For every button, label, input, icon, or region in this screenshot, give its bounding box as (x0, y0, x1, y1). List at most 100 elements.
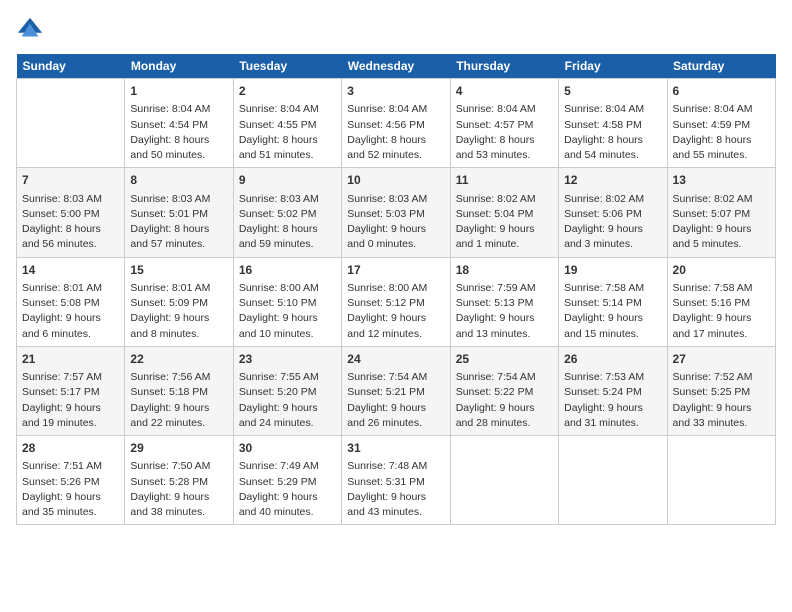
calendar-cell: 14 Sunrise: 8:01 AMSunset: 5:08 PMDayligh… (17, 257, 125, 346)
day-detail: Sunrise: 8:02 AMSunset: 5:07 PMDaylight:… (673, 192, 770, 253)
calendar-cell: 6 Sunrise: 8:04 AMSunset: 4:59 PMDaylight… (667, 79, 775, 168)
weekday-header-tuesday: Tuesday (233, 54, 341, 79)
calendar-cell (559, 436, 667, 525)
calendar-cell: 29 Sunrise: 7:50 AMSunset: 5:28 PMDayligh… (125, 436, 233, 525)
calendar-cell: 7 Sunrise: 8:03 AMSunset: 5:00 PMDaylight… (17, 168, 125, 257)
calendar-cell: 12 Sunrise: 8:02 AMSunset: 5:06 PMDayligh… (559, 168, 667, 257)
calendar-cell: 31Sunrise: 7:48 AMSunset: 5:31 PMDayligh… (342, 436, 450, 525)
day-number: 19 (564, 262, 661, 279)
calendar-cell: 15 Sunrise: 8:01 AMSunset: 5:09 PMDayligh… (125, 257, 233, 346)
calendar-cell (17, 79, 125, 168)
day-detail: Sunrise: 8:01 AMSunset: 5:08 PMDaylight:… (22, 281, 119, 342)
day-detail: Sunrise: 7:53 AMSunset: 5:24 PMDaylight:… (564, 370, 661, 431)
day-number: 23 (239, 351, 336, 368)
day-detail: Sunrise: 7:54 AMSunset: 5:22 PMDaylight:… (456, 370, 553, 431)
calendar-cell: 8 Sunrise: 8:03 AMSunset: 5:01 PMDaylight… (125, 168, 233, 257)
day-detail: Sunrise: 7:55 AMSunset: 5:20 PMDaylight:… (239, 370, 336, 431)
day-detail: Sunrise: 8:03 AMSunset: 5:00 PMDaylight:… (22, 192, 119, 253)
calendar-cell: 2 Sunrise: 8:04 AMSunset: 4:55 PMDaylight… (233, 79, 341, 168)
day-number: 26 (564, 351, 661, 368)
day-number: 4 (456, 83, 553, 100)
calendar-cell: 16Sunrise: 8:00 AMSunset: 5:10 PMDayligh… (233, 257, 341, 346)
calendar-cell: 22 Sunrise: 7:56 AMSunset: 5:18 PMDayligh… (125, 346, 233, 435)
calendar-cell: 27Sunrise: 7:52 AMSunset: 5:25 PMDayligh… (667, 346, 775, 435)
day-detail: Sunrise: 7:58 AMSunset: 5:16 PMDaylight:… (673, 281, 770, 342)
week-row-5: 28 Sunrise: 7:51 AMSunset: 5:26 PMDayligh… (17, 436, 776, 525)
day-detail: Sunrise: 8:04 AMSunset: 4:54 PMDaylight:… (130, 102, 227, 163)
day-detail: Sunrise: 7:54 AMSunset: 5:21 PMDaylight:… (347, 370, 444, 431)
weekday-header-row: SundayMondayTuesdayWednesdayThursdayFrid… (17, 54, 776, 79)
calendar-cell (667, 436, 775, 525)
day-number: 2 (239, 83, 336, 100)
day-number: 24 (347, 351, 444, 368)
weekday-header-monday: Monday (125, 54, 233, 79)
calendar-cell: 1Sunrise: 8:04 AMSunset: 4:54 PMDaylight… (125, 79, 233, 168)
week-row-1: 1Sunrise: 8:04 AMSunset: 4:54 PMDaylight… (17, 79, 776, 168)
day-detail: Sunrise: 8:02 AMSunset: 5:04 PMDaylight:… (456, 192, 553, 253)
calendar-cell: 4 Sunrise: 8:04 AMSunset: 4:57 PMDaylight… (450, 79, 558, 168)
day-detail: Sunrise: 7:50 AMSunset: 5:28 PMDaylight:… (130, 459, 227, 520)
weekday-header-thursday: Thursday (450, 54, 558, 79)
day-number: 10 (347, 172, 444, 189)
day-number: 22 (130, 351, 227, 368)
day-detail: Sunrise: 8:04 AMSunset: 4:58 PMDaylight:… (564, 102, 661, 163)
day-number: 11 (456, 172, 553, 189)
day-number: 16 (239, 262, 336, 279)
day-number: 29 (130, 440, 227, 457)
day-number: 21 (22, 351, 119, 368)
weekday-header-saturday: Saturday (667, 54, 775, 79)
calendar-cell: 17Sunrise: 8:00 AMSunset: 5:12 PMDayligh… (342, 257, 450, 346)
calendar-cell: 3Sunrise: 8:04 AMSunset: 4:56 PMDaylight… (342, 79, 450, 168)
day-detail: Sunrise: 7:57 AMSunset: 5:17 PMDaylight:… (22, 370, 119, 431)
calendar-cell: 5 Sunrise: 8:04 AMSunset: 4:58 PMDaylight… (559, 79, 667, 168)
day-number: 25 (456, 351, 553, 368)
day-number: 20 (673, 262, 770, 279)
calendar-cell: 26 Sunrise: 7:53 AMSunset: 5:24 PMDayligh… (559, 346, 667, 435)
calendar-cell: 11 Sunrise: 8:02 AMSunset: 5:04 PMDayligh… (450, 168, 558, 257)
day-detail: Sunrise: 8:04 AMSunset: 4:55 PMDaylight:… (239, 102, 336, 163)
logo-icon (16, 16, 44, 44)
day-number: 18 (456, 262, 553, 279)
weekday-header-sunday: Sunday (17, 54, 125, 79)
day-detail: Sunrise: 8:02 AMSunset: 5:06 PMDaylight:… (564, 192, 661, 253)
day-number: 30 (239, 440, 336, 457)
day-detail: Sunrise: 8:03 AMSunset: 5:01 PMDaylight:… (130, 192, 227, 253)
day-detail: Sunrise: 8:04 AMSunset: 4:59 PMDaylight:… (673, 102, 770, 163)
day-detail: Sunrise: 7:59 AMSunset: 5:13 PMDaylight:… (456, 281, 553, 342)
weekday-header-wednesday: Wednesday (342, 54, 450, 79)
day-number: 28 (22, 440, 119, 457)
logo (16, 16, 48, 44)
day-number: 3 (347, 83, 444, 100)
day-number: 8 (130, 172, 227, 189)
day-detail: Sunrise: 8:03 AMSunset: 5:03 PMDaylight:… (347, 192, 444, 253)
day-number: 12 (564, 172, 661, 189)
calendar-table: SundayMondayTuesdayWednesdayThursdayFrid… (16, 54, 776, 525)
day-number: 6 (673, 83, 770, 100)
calendar-cell: 10 Sunrise: 8:03 AMSunset: 5:03 PMDayligh… (342, 168, 450, 257)
day-number: 17 (347, 262, 444, 279)
page-header (16, 16, 776, 44)
calendar-cell: 30Sunrise: 7:49 AMSunset: 5:29 PMDayligh… (233, 436, 341, 525)
day-detail: Sunrise: 8:04 AMSunset: 4:57 PMDaylight:… (456, 102, 553, 163)
week-row-3: 14 Sunrise: 8:01 AMSunset: 5:08 PMDayligh… (17, 257, 776, 346)
calendar-cell: 24 Sunrise: 7:54 AMSunset: 5:21 PMDayligh… (342, 346, 450, 435)
calendar-cell: 20 Sunrise: 7:58 AMSunset: 5:16 PMDayligh… (667, 257, 775, 346)
day-detail: Sunrise: 8:01 AMSunset: 5:09 PMDaylight:… (130, 281, 227, 342)
day-detail: Sunrise: 7:51 AMSunset: 5:26 PMDaylight:… (22, 459, 119, 520)
calendar-cell: 23 Sunrise: 7:55 AMSunset: 5:20 PMDayligh… (233, 346, 341, 435)
day-number: 15 (130, 262, 227, 279)
day-number: 7 (22, 172, 119, 189)
day-number: 14 (22, 262, 119, 279)
day-number: 5 (564, 83, 661, 100)
weekday-header-friday: Friday (559, 54, 667, 79)
week-row-2: 7 Sunrise: 8:03 AMSunset: 5:00 PMDaylight… (17, 168, 776, 257)
day-number: 13 (673, 172, 770, 189)
day-detail: Sunrise: 7:58 AMSunset: 5:14 PMDaylight:… (564, 281, 661, 342)
day-number: 27 (673, 351, 770, 368)
calendar-cell: 28 Sunrise: 7:51 AMSunset: 5:26 PMDayligh… (17, 436, 125, 525)
day-detail: Sunrise: 7:56 AMSunset: 5:18 PMDaylight:… (130, 370, 227, 431)
day-detail: Sunrise: 8:03 AMSunset: 5:02 PMDaylight:… (239, 192, 336, 253)
calendar-cell: 25 Sunrise: 7:54 AMSunset: 5:22 PMDayligh… (450, 346, 558, 435)
week-row-4: 21 Sunrise: 7:57 AMSunset: 5:17 PMDayligh… (17, 346, 776, 435)
day-number: 9 (239, 172, 336, 189)
